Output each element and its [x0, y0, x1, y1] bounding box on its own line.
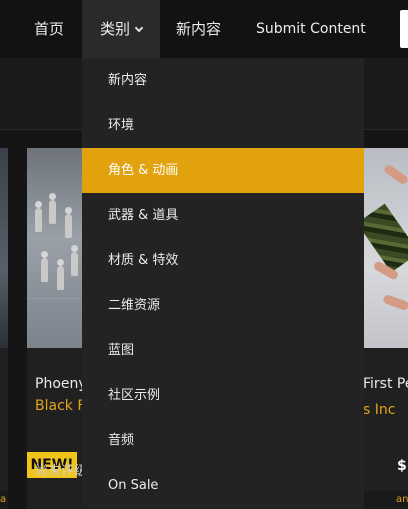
character-figure	[65, 207, 72, 238]
dropdown-item-on-sale[interactable]: On Sale	[82, 463, 364, 508]
hand-shape	[382, 163, 408, 186]
nav-new-content-link[interactable]: 新内容	[176, 0, 221, 58]
dropdown-item-blueprints[interactable]: 蓝图	[82, 328, 364, 373]
dropdown-item-community-samples[interactable]: 社区示例	[82, 373, 364, 418]
product-seller[interactable]: Black F	[35, 398, 83, 414]
top-nav: 首页 类别 新内容 Submit Content	[0, 0, 408, 58]
dropdown-item-new-content[interactable]: 新内容	[82, 58, 364, 103]
floor-line	[27, 298, 83, 299]
nav-submit-content-link[interactable]: Submit Content	[256, 0, 366, 58]
dropdown-item-characters-animations[interactable]: 角色 & 动画	[82, 148, 364, 193]
card-footer: a	[0, 491, 8, 509]
product-thumbnail	[27, 148, 83, 348]
product-title: Phoeny	[35, 376, 83, 392]
hand-shape	[382, 293, 408, 312]
card-footer: an	[363, 491, 408, 509]
product-title: First Pe	[363, 376, 408, 392]
product-card[interactable]: a	[0, 148, 8, 509]
character-figure	[41, 251, 48, 282]
dropdown-item-materials-effects[interactable]: 材质 & 特效	[82, 238, 364, 283]
product-card[interactable]: First Pe s Inc $ an	[363, 148, 408, 509]
camo-sleeve-shape	[363, 203, 408, 273]
nav-categories-menu[interactable]: 类别	[82, 0, 160, 58]
product-thumbnail	[0, 148, 8, 348]
product-card[interactable]: Phoeny Black F NEW! 尚未评级	[27, 148, 83, 509]
character-figure	[49, 193, 56, 224]
character-figure	[71, 245, 78, 276]
product-thumbnail	[363, 148, 408, 348]
dropdown-item-environments[interactable]: 环境	[82, 103, 364, 148]
search-input[interactable]	[400, 10, 408, 48]
product-seller[interactable]: s Inc	[363, 402, 408, 418]
dropdown-item-2d-assets[interactable]: 二维资源	[82, 283, 364, 328]
nav-home-link[interactable]: 首页	[34, 0, 64, 58]
character-figure	[57, 259, 64, 290]
dropdown-item-weapons-props[interactable]: 武器 & 道具	[82, 193, 364, 238]
categories-dropdown: 新内容 环境 角色 & 动画 武器 & 道具 材质 & 特效 二维资源 蓝图 社…	[82, 58, 364, 509]
product-price: $	[397, 458, 407, 474]
rating-text: 尚未评级	[35, 464, 83, 479]
chevron-down-icon	[134, 23, 144, 33]
dropdown-item-audio[interactable]: 音频	[82, 418, 364, 463]
character-figure	[35, 201, 42, 232]
nav-categories-label: 类别	[99, 20, 130, 38]
